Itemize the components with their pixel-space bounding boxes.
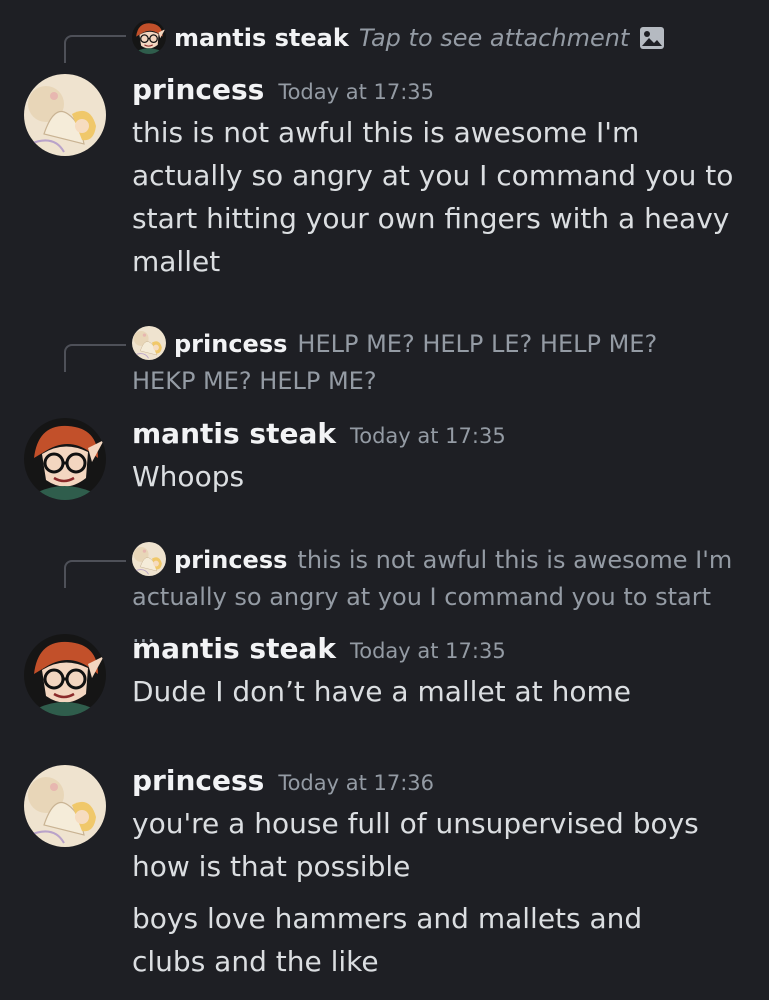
avatar[interactable] (24, 765, 106, 847)
reply-connector (64, 344, 126, 372)
message-text: you're a house full of unsupervised boys… (132, 807, 699, 883)
avatar[interactable] (132, 542, 166, 576)
timestamp: Today at 17:35 (349, 424, 506, 448)
username[interactable]: mantis steak (132, 417, 336, 450)
reply-text[interactable]: Tap to see attachment (359, 24, 630, 52)
timestamp: Today at 17:35 (349, 639, 506, 663)
timestamp: Today at 17:36 (278, 771, 435, 795)
message-header: princess Today at 17:35 (132, 73, 434, 106)
username[interactable]: princess (132, 73, 264, 106)
reply-preview[interactable]: princess HELP ME? HELP LE? HELP ME? HEKP … (132, 326, 722, 400)
avatar[interactable] (24, 418, 106, 500)
reply-connector (64, 35, 126, 63)
avatar[interactable] (24, 634, 106, 716)
message-text: this is not awful this is awesome I'm ac… (132, 116, 734, 278)
message-text: Whoops (132, 460, 245, 493)
timestamp: Today at 17:35 (278, 80, 435, 104)
message-header: princess Today at 17:36 (132, 764, 434, 797)
reply-author[interactable]: princess (174, 546, 287, 574)
avatar[interactable] (132, 20, 166, 54)
avatar[interactable] (132, 326, 166, 360)
reply-author[interactable]: princess (174, 330, 287, 358)
reply-preview[interactable]: mantis steak Tap to see attachment (132, 20, 745, 57)
avatar[interactable] (24, 74, 106, 156)
reply-author[interactable]: mantis steak (174, 24, 349, 52)
username[interactable]: princess (132, 764, 264, 797)
message-header: mantis steak Today at 17:35 (132, 417, 506, 450)
message-text: boys love hammers and mallets and clubs … (132, 902, 643, 978)
reply-connector (64, 560, 126, 588)
message-header: mantis steak Today at 17:35 (132, 632, 506, 665)
image-icon (639, 24, 665, 49)
username[interactable]: mantis steak (132, 632, 336, 665)
message-text: Dude I don’t have a mallet at home (132, 675, 631, 708)
